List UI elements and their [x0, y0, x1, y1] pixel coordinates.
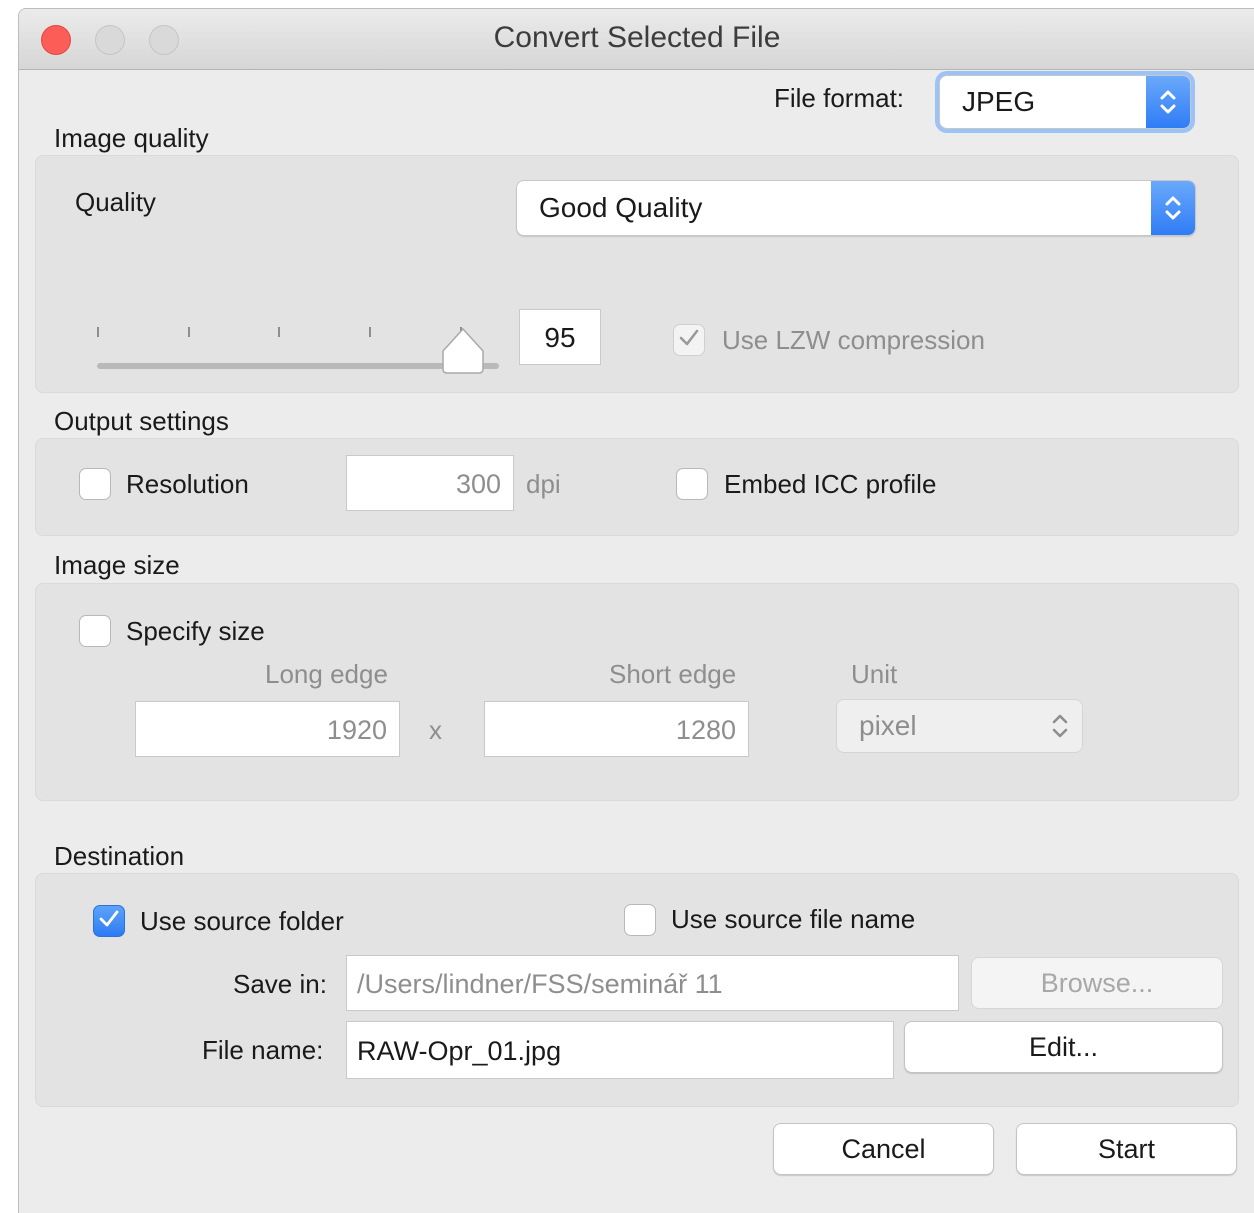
short-edge-label: Short edge [609, 659, 737, 689]
quality-label: Quality [75, 187, 156, 217]
save-in-label: Save in: [233, 969, 327, 999]
quality-slider-knob[interactable] [441, 327, 485, 375]
start-button[interactable]: Start [1016, 1123, 1237, 1175]
use-source-folder-checkbox[interactable] [93, 905, 125, 937]
file-name-field[interactable]: RAW-Opr_01.jpg [346, 1021, 894, 1079]
checkmark-icon [678, 328, 700, 353]
quality-preset-value: Good Quality [539, 192, 703, 223]
updown-chevron-icon [1038, 700, 1082, 752]
file-format-value: JPEG [962, 86, 1036, 117]
use-source-file-name-checkbox[interactable] [624, 904, 656, 936]
specify-size-label: Specify size [126, 616, 265, 646]
cancel-button[interactable]: Cancel [773, 1123, 994, 1175]
quality-value-field[interactable]: 95 [519, 309, 601, 365]
file-format-select[interactable]: JPEG [939, 75, 1191, 129]
resolution-value-field[interactable]: 300 [346, 455, 514, 511]
unit-select[interactable]: pixel [836, 699, 1083, 753]
image-size-section-title: Image size [54, 550, 180, 580]
browse-button[interactable]: Browse... [971, 957, 1223, 1009]
long-edge-label: Long edge [265, 659, 388, 689]
use-source-folder-label: Use source folder [140, 906, 344, 936]
lzw-compression-checkbox[interactable] [673, 324, 705, 356]
embed-icc-label: Embed ICC profile [724, 469, 937, 499]
file-name-label: File name: [202, 1035, 324, 1065]
quality-slider-track[interactable] [97, 363, 499, 369]
long-edge-field[interactable]: 1920 [135, 701, 400, 757]
slider-tick [97, 327, 99, 337]
resolution-label: Resolution [126, 469, 249, 499]
image-quality-section-title: Image quality [54, 123, 209, 153]
updown-chevron-icon [1151, 181, 1195, 235]
window-title: Convert Selected File [493, 21, 781, 54]
size-separator: x [429, 715, 442, 745]
use-source-file-name-label: Use source file name [671, 904, 916, 934]
resolution-checkbox[interactable] [79, 468, 111, 500]
checkmark-icon [98, 909, 120, 934]
slider-tick [188, 327, 190, 337]
dialog-window: Convert Selected File File format: JPEG … [18, 8, 1254, 1213]
save-in-field[interactable]: /Users/lindner/FSS/seminář 11 [346, 955, 959, 1011]
embed-icc-checkbox[interactable] [676, 468, 708, 500]
edit-file-name-button[interactable]: Edit... [904, 1021, 1223, 1073]
title-bar: Convert Selected File [19, 9, 1254, 70]
destination-section-title: Destination [54, 841, 185, 871]
file-format-label: File format: [774, 83, 905, 113]
quality-preset-select[interactable]: Good Quality [516, 180, 1196, 236]
resolution-unit-label: dpi [526, 469, 561, 499]
slider-tick [278, 327, 280, 337]
specify-size-checkbox[interactable] [79, 615, 111, 647]
short-edge-field[interactable]: 1280 [484, 701, 749, 757]
unit-label: Unit [851, 659, 898, 689]
slider-tick [369, 327, 371, 337]
output-settings-section-title: Output settings [54, 406, 229, 436]
lzw-compression-label: Use LZW compression [722, 325, 985, 355]
unit-value: pixel [859, 710, 917, 741]
updown-chevron-icon [1146, 76, 1190, 128]
